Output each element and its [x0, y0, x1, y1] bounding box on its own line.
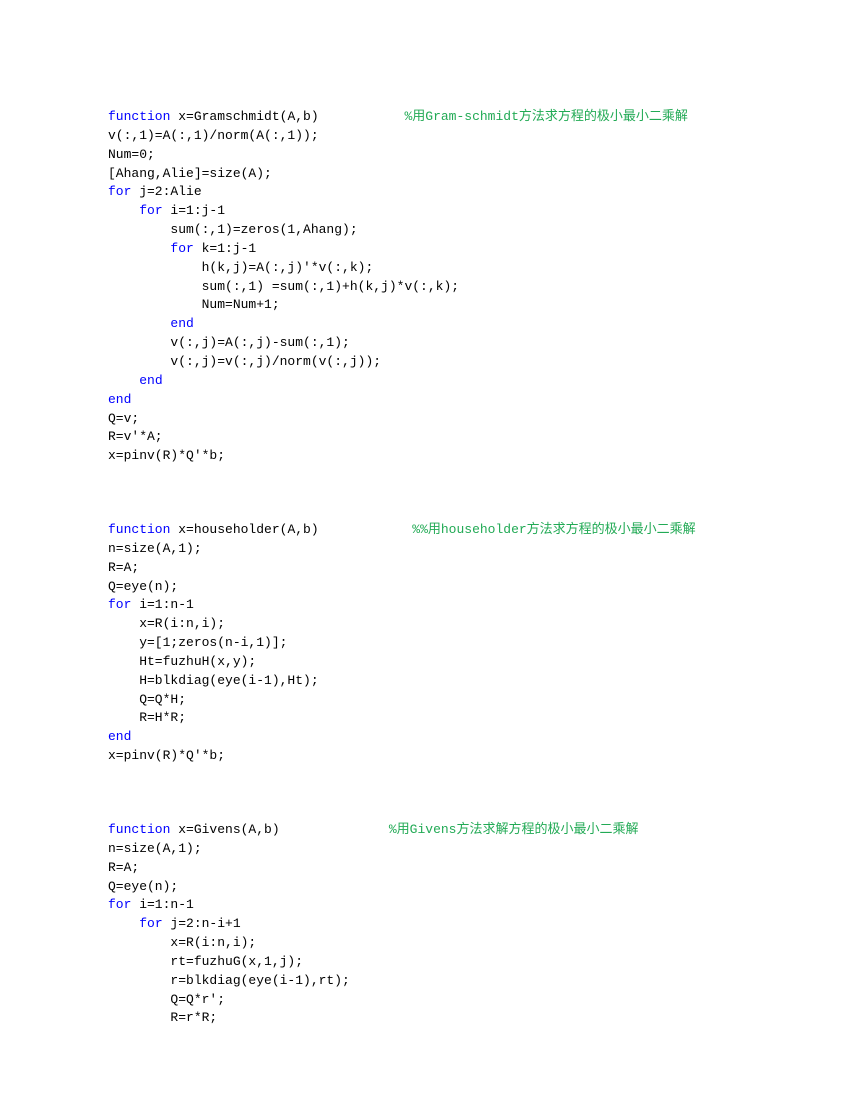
- code-text: i=1:n-1: [131, 597, 193, 612]
- code-pre: function x=householder(A,b) %%用household…: [108, 521, 850, 766]
- code-text: v(:,1)=A(:,1)/norm(A(:,1));: [108, 128, 319, 143]
- code-text: h(k,j)=A(:,j)'*v(:,k);: [108, 260, 373, 275]
- code-text: Num=0;: [108, 147, 155, 162]
- code-text: Q=Q*H;: [108, 692, 186, 707]
- code-text: Q=v;: [108, 411, 139, 426]
- code-text: Num=Num+1;: [108, 297, 280, 312]
- code-text: i=1:n-1: [131, 897, 193, 912]
- code-text: rt=fuzhuG(x,1,j);: [108, 954, 303, 969]
- code-text: sum(:,1)=zeros(1,Ahang);: [108, 222, 358, 237]
- code-text: Q=eye(n);: [108, 579, 178, 594]
- code-text: R=H*R;: [108, 710, 186, 725]
- code-text: x=R(i:n,i);: [108, 616, 225, 631]
- code-text: x=householder(A,b): [170, 522, 412, 537]
- code-text: R=r*R;: [108, 1010, 217, 1025]
- code-text: [108, 203, 139, 218]
- keyword: for: [170, 241, 193, 256]
- code-text: Ht=fuzhuH(x,y);: [108, 654, 256, 669]
- keyword: function: [108, 822, 170, 837]
- code-text: v(:,j)=A(:,j)-sum(:,1);: [108, 335, 350, 350]
- code-text: x=R(i:n,i);: [108, 935, 256, 950]
- code-text: x=pinv(R)*Q'*b;: [108, 448, 225, 463]
- keyword: for: [108, 184, 131, 199]
- comment: %%用householder方法求方程的极小最小二乘解: [412, 522, 695, 537]
- keyword: end: [108, 392, 131, 407]
- code-text: x=Givens(A,b): [170, 822, 388, 837]
- code-block: function x=householder(A,b) %%用household…: [108, 521, 850, 766]
- code-text: i=1:j-1: [163, 203, 225, 218]
- code-text: n=size(A,1);: [108, 541, 202, 556]
- code-text: [108, 316, 170, 331]
- comment: %用Gram-schmidt方法求方程的极小最小二乘解: [404, 109, 687, 124]
- keyword: function: [108, 109, 170, 124]
- code-text: [Ahang,Alie]=size(A);: [108, 166, 272, 181]
- code-text: sum(:,1) =sum(:,1)+h(k,j)*v(:,k);: [108, 279, 459, 294]
- code-text: R=v'*A;: [108, 429, 163, 444]
- code-text: R=A;: [108, 560, 139, 575]
- code-text: x=pinv(R)*Q'*b;: [108, 748, 225, 763]
- keyword: end: [108, 729, 131, 744]
- code-text: v(:,j)=v(:,j)/norm(v(:,j));: [108, 354, 381, 369]
- code-block: function x=Gramschmidt(A,b) %用Gram-schmi…: [108, 108, 850, 466]
- keyword: function: [108, 522, 170, 537]
- comment: %用Givens方法求解方程的极小最小二乘解: [389, 822, 639, 837]
- code-text: Q=Q*r';: [108, 992, 225, 1007]
- code-pre: function x=Givens(A,b) %用Givens方法求解方程的极小…: [108, 821, 850, 1028]
- code-text: n=size(A,1);: [108, 841, 202, 856]
- keyword: end: [170, 316, 193, 331]
- code-text: j=2:n-i+1: [163, 916, 241, 931]
- code-text: [108, 916, 139, 931]
- code-text: [108, 373, 139, 388]
- code-text: j=2:Alie: [131, 184, 201, 199]
- code-text: H=blkdiag(eye(i-1),Ht);: [108, 673, 319, 688]
- code-block: function x=Givens(A,b) %用Givens方法求解方程的极小…: [108, 821, 850, 1028]
- code-text: k=1:j-1: [194, 241, 256, 256]
- code-pre: function x=Gramschmidt(A,b) %用Gram-schmi…: [108, 108, 850, 466]
- code-listing: function x=Gramschmidt(A,b) %用Gram-schmi…: [108, 108, 850, 1028]
- keyword: for: [108, 597, 131, 612]
- code-text: Q=eye(n);: [108, 879, 178, 894]
- keyword: for: [108, 897, 131, 912]
- keyword: for: [139, 916, 162, 931]
- code-text: x=Gramschmidt(A,b): [170, 109, 404, 124]
- code-text: y=[1;zeros(n-i,1)];: [108, 635, 287, 650]
- keyword: for: [139, 203, 162, 218]
- code-text: r=blkdiag(eye(i-1),rt);: [108, 973, 350, 988]
- document-page: function x=Gramschmidt(A,b) %用Gram-schmi…: [0, 0, 850, 1100]
- code-text: R=A;: [108, 860, 139, 875]
- keyword: end: [139, 373, 162, 388]
- code-text: [108, 241, 170, 256]
